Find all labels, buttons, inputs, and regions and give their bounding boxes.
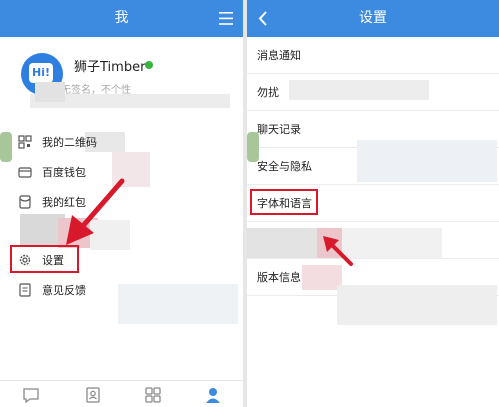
blur-patch bbox=[247, 228, 322, 258]
menu-item-label: 意见反馈 bbox=[42, 284, 86, 297]
settings-row-label: 版本信息 bbox=[257, 271, 301, 284]
settings-screen: 设置 消息通知 勿扰 聊天记录 安全与隐私 字体和语言 版本信息 bbox=[247, 0, 499, 407]
blur-patch bbox=[337, 285, 497, 325]
contacts-tab-icon[interactable] bbox=[84, 386, 102, 404]
red-arrow bbox=[66, 178, 125, 245]
settings-row-label: 勿扰 bbox=[257, 86, 279, 99]
blur-patch bbox=[342, 228, 442, 258]
me-header: 我 bbox=[0, 0, 243, 37]
settings-row-label: 聊天记录 bbox=[257, 123, 301, 136]
wallet-icon bbox=[18, 167, 32, 178]
settings-row-label: 消息通知 bbox=[257, 49, 301, 62]
settings-row-label: 安全与隐私 bbox=[257, 160, 312, 173]
avatar-badge: Hi! bbox=[29, 63, 53, 83]
apps-tab-icon[interactable] bbox=[144, 386, 162, 404]
bottom-tab-bar bbox=[0, 380, 243, 407]
menu-item-label: 我的二维码 bbox=[42, 136, 97, 149]
blur-patch bbox=[35, 82, 65, 102]
red-packet-icon bbox=[19, 195, 31, 209]
me-tab-icon[interactable] bbox=[204, 386, 222, 404]
blur-patch bbox=[357, 140, 497, 182]
qrcode-icon bbox=[18, 135, 32, 149]
chat-tab-icon[interactable] bbox=[22, 386, 40, 404]
me-title: 我 bbox=[114, 10, 129, 26]
plant-decoration bbox=[247, 132, 259, 162]
settings-row-notifications[interactable]: 消息通知 bbox=[247, 37, 499, 74]
feedback-icon bbox=[19, 283, 31, 297]
blur-patch bbox=[289, 80, 429, 100]
font-language-highlight-box bbox=[250, 189, 318, 215]
menu-item-qrcode[interactable]: 我的二维码 bbox=[0, 130, 150, 156]
red-arrow bbox=[323, 236, 353, 266]
me-screen: 我 Hi! 狮子Timber 无签名，不个性 我的二维码 百度钱包 我的红包 设… bbox=[0, 0, 243, 407]
online-status-dot bbox=[145, 61, 153, 69]
menu-item-feedback[interactable]: 意见反馈 bbox=[0, 278, 150, 304]
menu-icon[interactable] bbox=[219, 12, 233, 25]
settings-title: 设置 bbox=[359, 10, 387, 26]
username: 狮子Timber bbox=[74, 60, 146, 75]
settings-header: 设置 bbox=[247, 0, 499, 37]
